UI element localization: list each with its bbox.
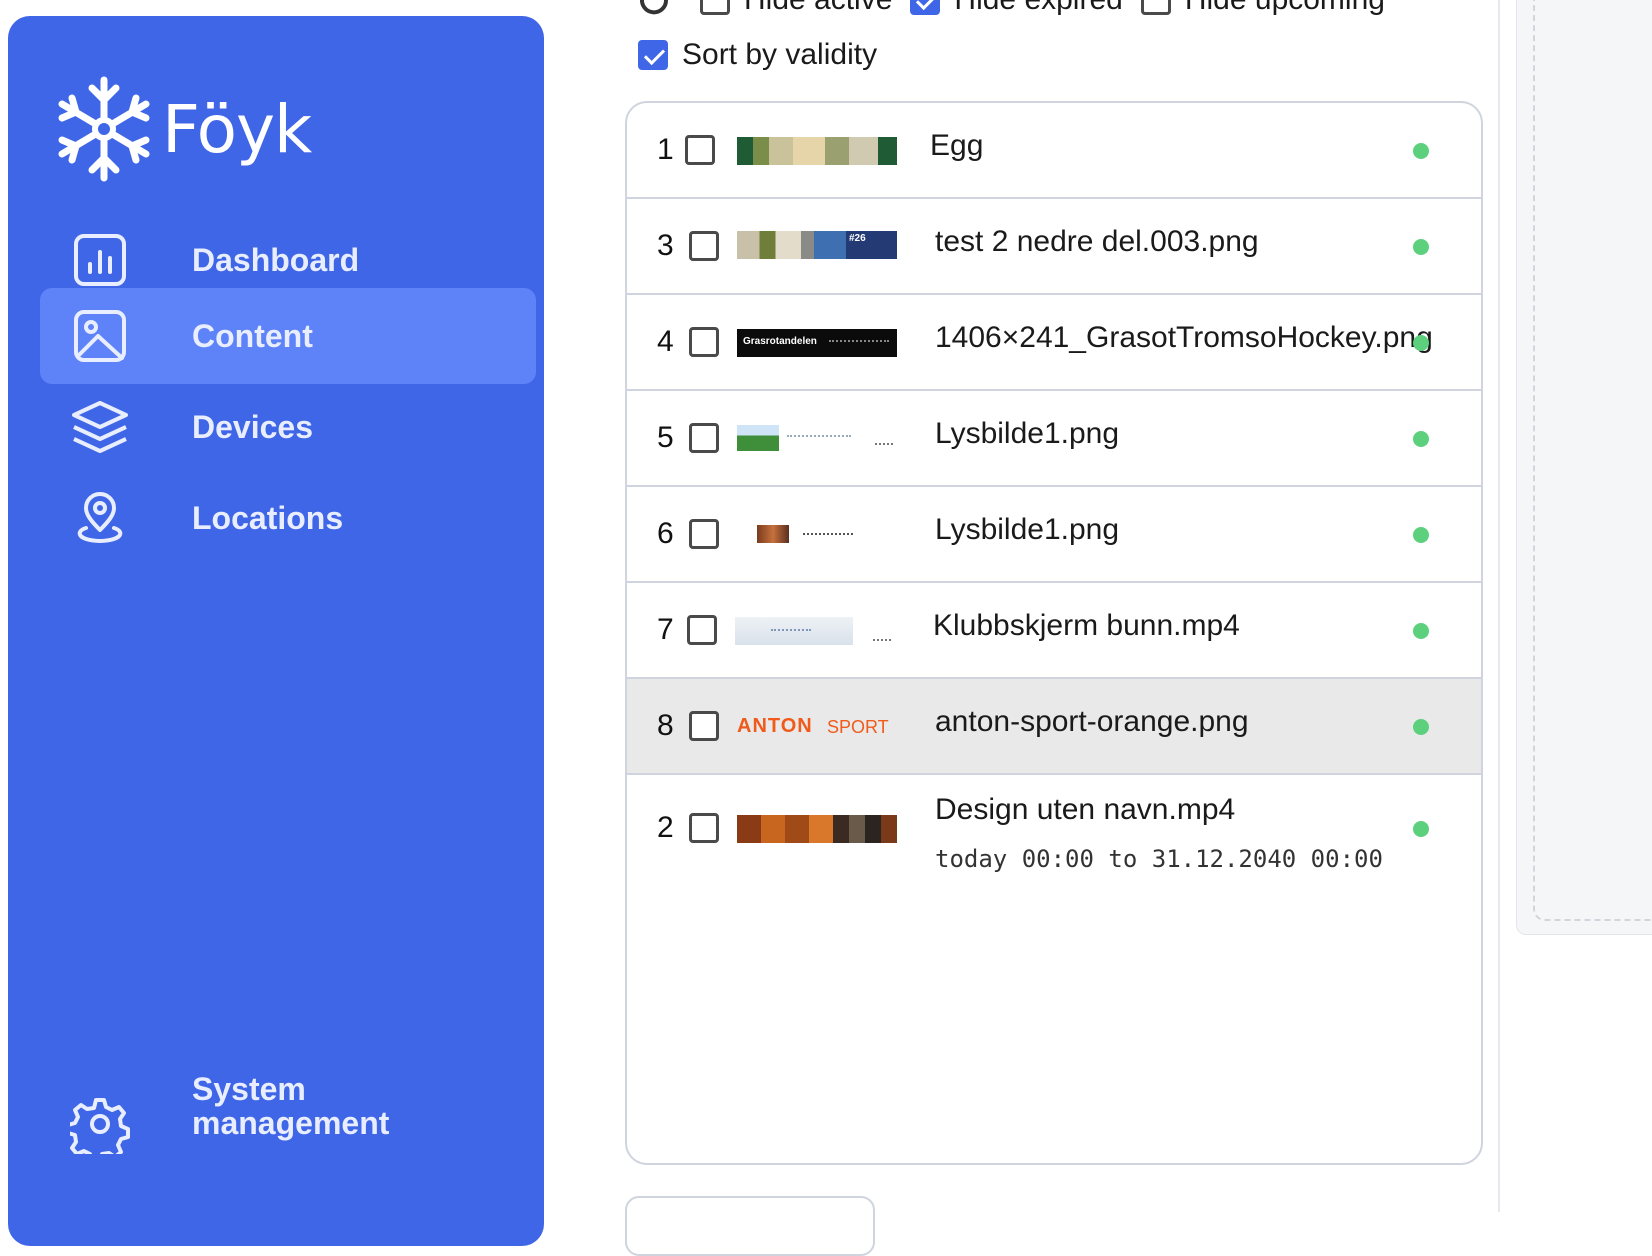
brand-name: Föyk <box>162 90 312 168</box>
hide-expired-checkbox[interactable] <box>910 0 941 15</box>
thumb-brand-sport: SPORT <box>827 717 889 737</box>
hide-active-label: Hide active <box>744 0 892 17</box>
list-action-button[interactable] <box>625 1196 875 1256</box>
nav-label: Devices <box>192 408 313 445</box>
preview-panel <box>1516 0 1652 935</box>
item-name: 1406×241_GrasotTromsoHockey.png <box>935 321 1433 354</box>
list-item[interactable]: 7 Klubbskjerm bunn.mp4 <box>627 583 1481 679</box>
list-item[interactable]: 8 ANTON SPORT anton-sport-orange.png <box>627 679 1481 775</box>
thumb-fineprint <box>787 435 851 437</box>
content-list: 1 Egg 3 #26 test 2 nedre del.003.png 4 G… <box>625 101 1483 1165</box>
item-checkbox[interactable] <box>689 813 719 843</box>
item-checkbox[interactable] <box>689 327 719 357</box>
brand-logo[interactable]: Föyk <box>56 64 312 194</box>
panel-divider <box>1498 0 1500 1212</box>
item-checkbox[interactable] <box>689 231 719 261</box>
thumbnail <box>735 615 895 647</box>
thumbnail: #26 <box>737 231 897 259</box>
thumbnail <box>737 815 897 843</box>
thumb-image <box>735 617 853 645</box>
item-name: Design uten navn.mp4 <box>935 793 1236 826</box>
thumbnail <box>737 137 897 165</box>
item-validity: today 00:00 to 31.12.2040 00:00 <box>935 845 1383 873</box>
hide-active-checkbox[interactable] <box>700 0 730 15</box>
status-dot <box>1413 623 1429 639</box>
thumb-image <box>757 525 789 543</box>
nav-system-management[interactable]: System management <box>40 1068 536 1164</box>
thumb-fineprint <box>803 533 853 535</box>
item-number: 1 <box>657 133 674 166</box>
list-item[interactable]: 5 Lysbilde1.png <box>627 391 1481 487</box>
hide-expired-label: Hide expired <box>954 0 1122 17</box>
nav-label: Dashboard <box>192 241 360 278</box>
gear-icon <box>66 1094 130 1163</box>
item-number: 2 <box>657 811 674 844</box>
status-dot <box>1413 239 1429 255</box>
item-number: 7 <box>657 613 674 646</box>
item-checkbox[interactable] <box>689 519 719 549</box>
status-dot <box>1413 527 1429 543</box>
thumb-brand-anton: ANTON <box>737 715 813 737</box>
list-item[interactable]: 3 #26 test 2 nedre del.003.png <box>627 199 1481 295</box>
nav-locations[interactable]: Locations <box>40 470 536 566</box>
item-name: anton-sport-orange.png <box>935 705 1249 738</box>
item-name: Lysbilde1.png <box>935 513 1120 546</box>
hide-upcoming-checkbox[interactable] <box>1140 0 1171 15</box>
image-icon <box>70 306 130 366</box>
thumb-fineprint <box>771 629 811 631</box>
thumb-text: Grasrotandelen <box>743 336 817 347</box>
layers-icon <box>70 397 130 457</box>
nav-label: Locations <box>192 499 344 536</box>
status-dot <box>1413 821 1429 837</box>
hide-upcoming-label: Hide upcoming <box>1185 0 1385 17</box>
list-item[interactable]: 1 Egg <box>627 103 1481 199</box>
item-number: 3 <box>657 229 674 262</box>
filter-row: Hide active Hide expired Hide upcoming <box>700 0 1403 20</box>
item-number: 5 <box>657 421 674 454</box>
item-number: 6 <box>657 517 674 550</box>
thumb-image <box>737 425 779 451</box>
drop-zone[interactable] <box>1533 0 1652 921</box>
nav-devices[interactable]: Devices <box>40 379 536 475</box>
refresh-icon[interactable] <box>636 0 672 18</box>
thumb-fineprint <box>829 340 889 346</box>
item-number: 8 <box>657 709 674 742</box>
item-name: Egg <box>930 129 984 162</box>
status-dot <box>1413 335 1429 351</box>
thumbnail: ANTON SPORT <box>737 713 897 743</box>
nav-content[interactable]: Content <box>40 288 536 384</box>
item-checkbox[interactable] <box>689 423 719 453</box>
status-dot <box>1413 719 1429 735</box>
snowflake-icon <box>58 76 150 182</box>
list-item[interactable]: 6 Lysbilde1.png <box>627 487 1481 583</box>
status-dot <box>1413 431 1429 447</box>
thumb-badge: #26 <box>849 233 866 244</box>
map-pin-icon <box>70 488 130 548</box>
nav-label: Content <box>192 317 313 354</box>
sort-row: Sort by validity <box>638 38 895 72</box>
thumbnail: Grasrotandelen <box>737 329 897 357</box>
nav-label: System management <box>192 1071 390 1141</box>
item-name: Lysbilde1.png <box>935 417 1120 450</box>
sidebar: Föyk Dashboard Content Devices Locations… <box>8 16 544 1246</box>
thumbnail <box>737 423 897 455</box>
item-number: 4 <box>657 325 674 358</box>
list-item[interactable]: 2 Design uten navn.mp4 today 00:00 to 31… <box>627 775 1481 879</box>
item-name: Klubbskjerm bunn.mp4 <box>933 609 1240 642</box>
thumb-fineprint <box>875 443 893 445</box>
thumb-fineprint <box>873 639 891 641</box>
status-dot <box>1413 143 1429 159</box>
bar-chart-icon <box>70 230 130 290</box>
item-checkbox[interactable] <box>689 711 719 741</box>
item-checkbox[interactable] <box>687 615 717 645</box>
item-checkbox[interactable] <box>685 135 715 165</box>
sort-by-validity-checkbox[interactable] <box>638 40 668 70</box>
item-name: test 2 nedre del.003.png <box>935 225 1259 258</box>
sort-by-validity-label: Sort by validity <box>682 38 878 71</box>
list-item[interactable]: 4 Grasrotandelen 1406×241_GrasotTromsoHo… <box>627 295 1481 391</box>
thumbnail <box>737 519 897 551</box>
